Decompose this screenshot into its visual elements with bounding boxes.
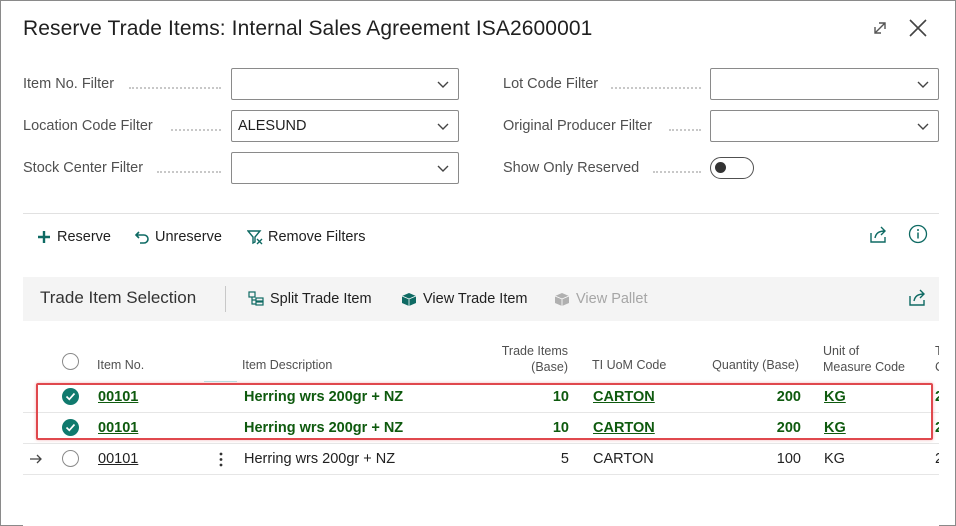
col-header-trade-items[interactable]: Trade Items (Base) xyxy=(473,343,568,375)
label-dots xyxy=(669,129,701,131)
divider xyxy=(225,286,226,312)
unreserve-button[interactable]: Unreserve xyxy=(134,225,222,249)
item-no-filter-select[interactable] xyxy=(231,68,459,100)
stock-center-filter-select[interactable] xyxy=(231,152,459,184)
remove-filters-button[interactable]: Remove Filters xyxy=(247,225,366,249)
col-header-item-no[interactable]: Item No. xyxy=(97,357,144,373)
next-column-value: 2 xyxy=(935,420,939,436)
col-header-quantity-base[interactable]: Quantity (Base) xyxy=(683,357,799,373)
trade-items-value: 5 xyxy=(560,451,569,467)
view-pallet-button[interactable]: View Pallet xyxy=(554,287,647,311)
col-header-trade-items-line2: (Base) xyxy=(531,360,568,374)
uom-value: KG xyxy=(824,451,845,467)
col-header-next-line1: T xyxy=(935,344,939,358)
dialog-frame: Reserve Trade Items: Internal Sales Agre… xyxy=(0,0,956,526)
ti-uom-value: CARTON xyxy=(593,451,654,467)
col-header-next[interactable]: T C xyxy=(935,343,939,375)
split-trade-item-label: Split Trade Item xyxy=(270,291,372,307)
chevron-down-icon xyxy=(437,123,449,130)
item-no-filter-label: Item No. Filter xyxy=(23,76,115,92)
location-code-filter-value: ALESUND xyxy=(238,118,307,134)
original-producer-filter-select[interactable] xyxy=(710,110,939,142)
dialog-title: Reserve Trade Items: Internal Sales Agre… xyxy=(23,17,593,40)
original-producer-filter-label: Original Producer Filter xyxy=(503,118,653,134)
split-icon xyxy=(248,291,264,306)
chevron-down-icon xyxy=(437,81,449,88)
col-header-item-description[interactable]: Item Description xyxy=(242,357,332,373)
box-icon xyxy=(401,293,417,306)
show-only-reserved-toggle[interactable] xyxy=(710,157,754,179)
selected-rows-highlight-box xyxy=(36,383,933,440)
col-header-next-line2: C xyxy=(935,359,939,375)
table-row[interactable]: 00101 Herring wrs 200gr + NZ 5 CARTON 10… xyxy=(23,444,939,475)
col-header-ti-uom-code[interactable]: TI UoM Code xyxy=(592,357,666,373)
reserve-label: Reserve xyxy=(57,229,111,245)
close-icon[interactable] xyxy=(905,15,931,41)
info-icon[interactable] xyxy=(907,223,929,245)
col-header-unit-of-measure[interactable]: Unit of Measure Code xyxy=(823,343,905,375)
reserve-button[interactable]: Reserve xyxy=(36,225,111,249)
share-icon[interactable] xyxy=(868,224,890,246)
row-checkbox[interactable] xyxy=(62,450,79,467)
next-column-value: 2 xyxy=(935,451,939,467)
chevron-down-icon xyxy=(917,123,929,130)
item-no-link[interactable]: 00101 xyxy=(98,451,138,467)
show-only-reserved-label: Show Only Reserved xyxy=(503,160,640,176)
next-column-value: 2 xyxy=(935,389,939,405)
current-row-arrow-icon xyxy=(30,454,42,464)
view-pallet-label: View Pallet xyxy=(576,291,648,307)
label-dots xyxy=(129,87,221,89)
split-trade-item-button[interactable]: Split Trade Item xyxy=(248,287,372,311)
undo-icon xyxy=(134,231,149,244)
label-dots xyxy=(653,171,701,173)
lot-code-filter-select[interactable] xyxy=(710,68,939,100)
label-dots xyxy=(157,171,221,173)
unreserve-label: Unreserve xyxy=(155,229,222,245)
pallet-icon xyxy=(554,293,570,306)
toggle-knob xyxy=(715,162,726,173)
col-header-trade-items-line1: Trade Items xyxy=(501,344,568,358)
quantity-value: 100 xyxy=(776,451,801,467)
lot-code-filter-label: Lot Code Filter xyxy=(503,76,599,92)
col-header-uom-line1: Unit of xyxy=(823,344,860,358)
location-code-filter-select[interactable]: ALESUND xyxy=(231,110,459,142)
plus-icon xyxy=(38,231,50,243)
col-header-uom-line2: Measure Code xyxy=(823,360,905,374)
location-code-filter-label: Location Code Filter xyxy=(23,118,153,134)
part-title: Trade Item Selection xyxy=(40,288,197,307)
label-dots xyxy=(611,87,701,89)
chevron-down-icon xyxy=(437,165,449,172)
row-menu-icon[interactable] xyxy=(218,451,224,468)
item-description: Herring wrs 200gr + NZ xyxy=(244,451,396,467)
divider xyxy=(23,213,939,214)
label-dots xyxy=(171,129,221,131)
share-icon[interactable] xyxy=(907,287,929,309)
clear-filter-icon xyxy=(247,230,263,245)
select-all-checkbox[interactable] xyxy=(62,353,79,370)
remove-filters-label: Remove Filters xyxy=(268,229,366,245)
view-trade-item-button[interactable]: View Trade Item xyxy=(401,287,528,311)
chevron-down-icon xyxy=(917,81,929,88)
expand-icon[interactable] xyxy=(867,15,893,41)
view-trade-item-label: View Trade Item xyxy=(423,291,528,307)
stock-center-filter-label: Stock Center Filter xyxy=(23,160,144,176)
